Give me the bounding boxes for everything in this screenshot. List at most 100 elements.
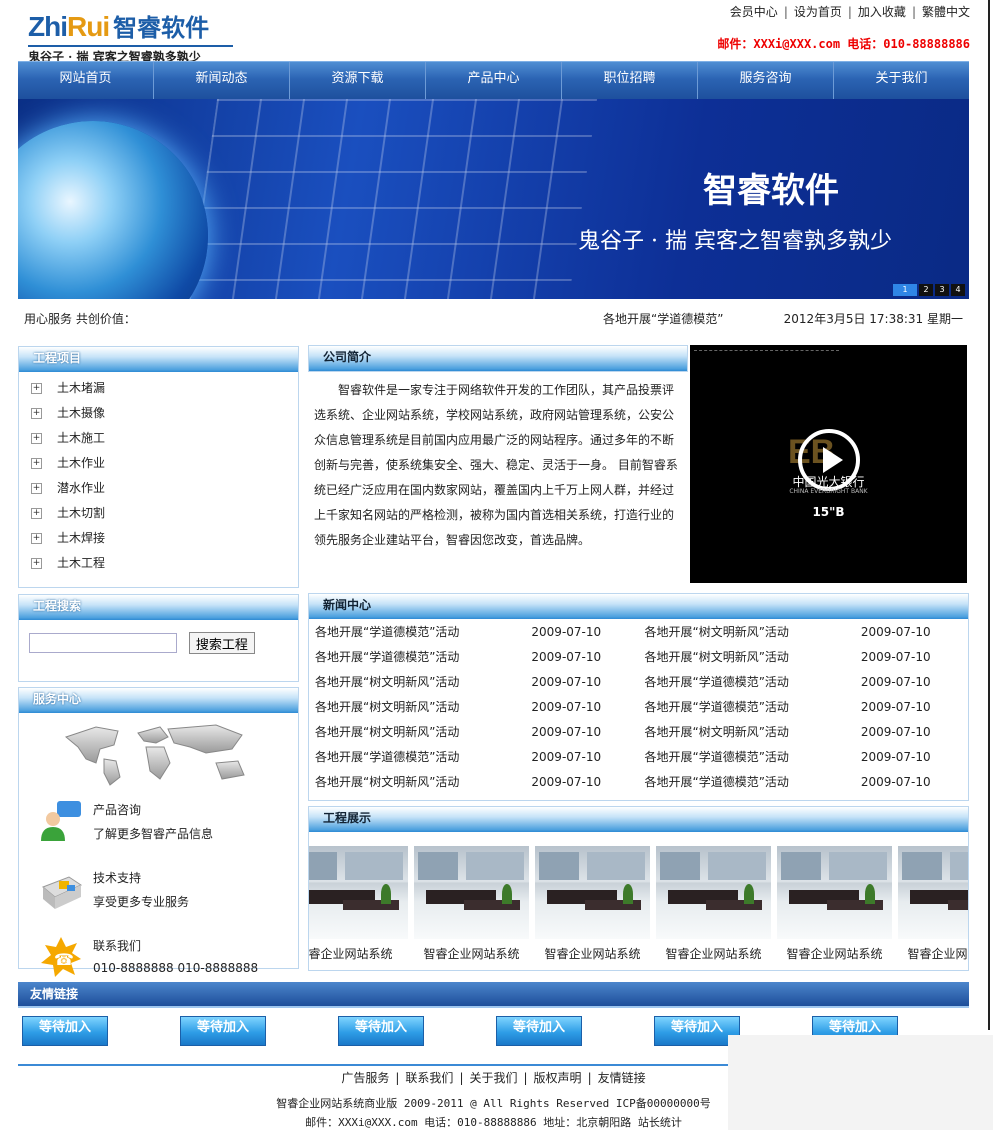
news-table: 各地开展“学道德模范”活动 2009-07-10 各地开展“树文明新风”活动 2009…: [309, 619, 968, 794]
video-player[interactable]: EB 中国光大银行 CHINA EVERBRIGHT BANK 15"B: [690, 345, 967, 583]
list-item[interactable]: + 潜水作业: [19, 476, 298, 501]
logo-en-a: Zhi: [28, 11, 68, 42]
globe-image: [18, 121, 208, 299]
footer-link-friends[interactable]: 友情链接: [598, 1071, 646, 1085]
intro-text: 智睿软件是一家专注于网络软件开发的工作团队，其产品投票评选系统、企业网站系统，学…: [314, 383, 678, 547]
banner-pager: 1 2 3 4: [893, 284, 965, 296]
news-link[interactable]: 各地开展“学道德模范”活动: [638, 769, 854, 794]
nav-about[interactable]: 关于我们: [834, 62, 969, 100]
news-date: 2009-07-10: [531, 624, 602, 639]
expand-plus-icon: +: [31, 408, 42, 419]
showcase-image: [656, 846, 771, 939]
top-links: 会员中心 | 设为首页 | 加入收藏 | 繁體中文: [729, 5, 970, 19]
service-box: 服务中心 产品咨询 了解更多智睿产品信息 技术支持 享受更多专业服务 ☎ 联系我…: [18, 687, 299, 977]
friend-link-slot[interactable]: 等待加入: [22, 1016, 108, 1046]
ticker-headline[interactable]: 各地开展“学道德模范”: [603, 300, 723, 338]
projects-box: 工程项目 + 土木堵漏 + 土木摄像 + 土木施工 + 土木作业 + 潜水作业 + 土木切割…: [18, 346, 299, 588]
showcase-item[interactable]: 智睿企业网站系统: [535, 846, 650, 962]
footer-link-copyright[interactable]: 版权声明: [534, 1071, 582, 1085]
news-link[interactable]: 各地开展“树文明新风”活动: [309, 694, 525, 719]
news-link[interactable]: 各地开展“学道德模范”活动: [309, 644, 525, 669]
news-date: 2009-07-10: [531, 649, 602, 664]
news-link[interactable]: 各地开展“树文明新风”活动: [309, 669, 525, 694]
table-row: 各地开展“学道德模范”活动 2009-07-10 各地开展“学道德模范”活动 2009…: [309, 744, 968, 769]
svg-text:☎: ☎: [54, 950, 74, 969]
project-search-title: 工程搜索: [19, 595, 298, 620]
link-traditional-chinese[interactable]: 繁體中文: [922, 5, 970, 19]
list-item[interactable]: + 土木焊接: [19, 526, 298, 551]
logo-cn: 智睿软件: [113, 14, 210, 42]
list-item[interactable]: + 土木施工: [19, 426, 298, 451]
nav-products[interactable]: 产品中心: [426, 62, 562, 100]
list-item[interactable]: + 土木摄像: [19, 401, 298, 426]
news-link[interactable]: 各地开展“树文明新风”活动: [638, 644, 854, 669]
hero-banner[interactable]: 智睿软件 鬼谷子 · 揣 宾客之智睿孰多孰少 1 2 3 4: [18, 99, 969, 299]
support-icon: [39, 867, 83, 911]
showcase-image: [898, 846, 968, 939]
showcase-item[interactable]: 智睿企业网站系统: [898, 846, 968, 962]
showcase-box: 工程展示 睿企业网站系统 智睿企业网站系统 智睿企业网站系统 智睿企业网站系统 …: [308, 806, 969, 971]
news-link[interactable]: 各地开展“学道德模范”活动: [638, 744, 854, 769]
news-date: 2009-07-10: [860, 699, 931, 714]
showcase-item[interactable]: 智睿企业网站系统: [656, 846, 771, 962]
news-date: 2009-07-10: [531, 724, 602, 739]
news-link[interactable]: 各地开展“学道德模范”活动: [309, 619, 525, 644]
footer-link-about[interactable]: 关于我们: [469, 1071, 517, 1085]
nav-news[interactable]: 新闻动态: [154, 62, 290, 100]
showcase-image: [535, 846, 650, 939]
link-set-homepage[interactable]: 设为首页: [794, 5, 842, 19]
nav-service[interactable]: 服务咨询: [698, 62, 834, 100]
service-item-consult[interactable]: 产品咨询 了解更多智睿产品信息: [19, 797, 298, 857]
banner-subtitle: 鬼谷子 · 揣 宾客之智睿孰多孰少: [578, 229, 892, 254]
banner-grid-pattern: [188, 99, 598, 299]
overlay-panel: [728, 1035, 993, 1130]
showcase-image: [309, 846, 408, 939]
friend-link-slot[interactable]: 等待加入: [180, 1016, 266, 1046]
showcase-image: [777, 846, 892, 939]
footer-link-ads[interactable]: 广告服务: [341, 1071, 389, 1085]
site-logo[interactable]: ZhiRui 智睿软件 鬼谷子 · 揣 宾客之智睿孰多孰少: [28, 8, 233, 65]
nav-home[interactable]: 网站首页: [18, 62, 154, 100]
showcase-item[interactable]: 睿企业网站系统: [309, 846, 408, 962]
list-item[interactable]: + 土木堵漏: [19, 376, 298, 401]
service-item-support[interactable]: 技术支持 享受更多专业服务: [19, 865, 298, 925]
link-member-center[interactable]: 会员中心: [730, 5, 778, 19]
logo-en-b: Rui: [67, 11, 110, 42]
list-item[interactable]: + 土木工程: [19, 551, 298, 576]
showcase-item[interactable]: 智睿企业网站系统: [414, 846, 529, 962]
link-add-favorite[interactable]: 加入收藏: [858, 5, 906, 19]
footer-link-contact[interactable]: 联系我们: [405, 1071, 453, 1085]
showcase-title: 工程展示: [309, 807, 968, 832]
expand-plus-icon: +: [31, 458, 42, 469]
table-row: 各地开展“树文明新风”活动 2009-07-10 各地开展“树文明新风”活动 2009…: [309, 719, 968, 744]
news-date: 2009-07-10: [860, 674, 931, 689]
expand-plus-icon: +: [31, 508, 42, 519]
banner-page-3[interactable]: 3: [935, 284, 949, 296]
news-link[interactable]: 各地开展“学道德模范”活动: [309, 744, 525, 769]
news-link[interactable]: 各地开展“学道德模范”活动: [638, 694, 854, 719]
friend-link-slot[interactable]: 等待加入: [496, 1016, 582, 1046]
video-duration: 15"B: [812, 505, 845, 519]
news-link[interactable]: 各地开展“学道德模范”活动: [638, 669, 854, 694]
showcase-item[interactable]: 智睿企业网站系统: [777, 846, 892, 962]
table-row: 各地开展“树文明新风”活动 2009-07-10 各地开展“学道德模范”活动 2009…: [309, 669, 968, 694]
banner-page-4[interactable]: 4: [951, 284, 965, 296]
project-search-button[interactable]: 搜索工程: [188, 632, 255, 654]
project-search-input[interactable]: [29, 633, 177, 653]
banner-page-1[interactable]: 1: [893, 284, 917, 296]
news-link[interactable]: 各地开展“树文明新风”活动: [638, 719, 854, 744]
table-row: 各地开展“学道德模范”活动 2009-07-10 各地开展“树文明新风”活动 2009…: [309, 619, 968, 644]
expand-plus-icon: +: [31, 383, 42, 394]
nav-downloads[interactable]: 资源下载: [290, 62, 426, 100]
news-date: 2009-07-10: [860, 624, 931, 639]
list-item[interactable]: + 土木切割: [19, 501, 298, 526]
nav-jobs[interactable]: 职位招聘: [562, 62, 698, 100]
news-link[interactable]: 各地开展“树文明新风”活动: [309, 719, 525, 744]
ticker-slogan: 用心服务 共创价值：: [24, 312, 136, 326]
list-item[interactable]: + 土木作业: [19, 451, 298, 476]
news-link[interactable]: 各地开展“树文明新风”活动: [638, 619, 854, 644]
banner-page-2[interactable]: 2: [919, 284, 933, 296]
friend-link-slot[interactable]: 等待加入: [338, 1016, 424, 1046]
news-link[interactable]: 各地开展“树文明新风”活动: [309, 769, 525, 794]
news-date: 2009-07-10: [860, 774, 931, 789]
